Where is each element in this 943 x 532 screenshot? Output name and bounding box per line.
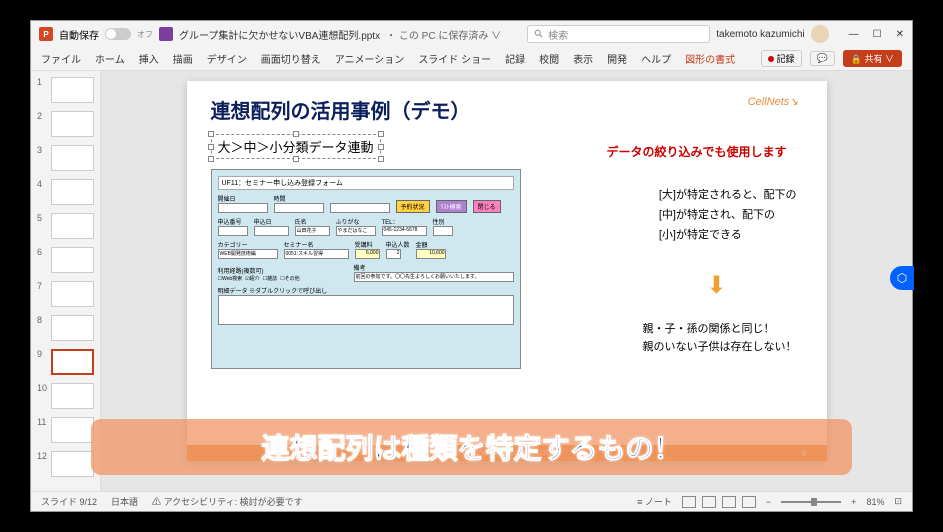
tab-shape-format[interactable]: 図形の書式 <box>685 51 735 66</box>
share-button[interactable]: 🔒 共有 ∨ <box>843 50 902 67</box>
tab-insert[interactable]: 挿入 <box>139 51 159 66</box>
reading-view-icon[interactable] <box>722 496 736 508</box>
thumbnail-2[interactable]: 2 <box>37 111 94 137</box>
form-button: 予約状況 <box>396 200 430 213</box>
record-dot-icon <box>768 56 774 62</box>
save-icon[interactable] <box>159 27 173 41</box>
thumbnail-9[interactable]: 9 <box>37 349 94 375</box>
arrow-down-icon: ⬇ <box>706 271 726 300</box>
file-name[interactable]: グループ集計に欠かせないVBA連想配列.pptx <box>179 27 380 42</box>
tab-help[interactable]: ヘルプ <box>641 51 671 66</box>
minimize-button[interactable]: — <box>849 29 859 40</box>
resize-handle[interactable] <box>208 156 214 162</box>
resize-handle[interactable] <box>378 131 384 137</box>
form-screenshot: UF11：セミナー申し込み登録フォーム 開催日 時間 予約状況 ﾘｽﾄ検索 閉じ… <box>211 169 521 369</box>
thumbnail-7[interactable]: 7 <box>37 281 94 307</box>
thumbnail-10[interactable]: 10 <box>37 383 94 409</box>
record-button[interactable]: 記録 <box>761 50 802 67</box>
tab-record[interactable]: 記録 <box>505 51 525 66</box>
tab-slideshow[interactable]: スライド ショー <box>418 51 491 66</box>
form-button: 閉じる <box>473 200 501 213</box>
saved-status[interactable]: ・ この PC に保存済み ∨ <box>386 27 501 42</box>
search-input[interactable]: 検索 <box>527 25 710 43</box>
close-button[interactable]: ✕ <box>896 29 904 40</box>
thumbnail-1[interactable]: 1 <box>37 77 94 103</box>
tab-review[interactable]: 校閲 <box>539 51 559 66</box>
resize-handle[interactable] <box>293 156 299 162</box>
tab-developer[interactable]: 開発 <box>607 51 627 66</box>
slideshow-view-icon[interactable] <box>742 496 756 508</box>
search-icon <box>534 29 544 39</box>
tab-home[interactable]: ホーム <box>95 51 125 66</box>
resize-handle[interactable] <box>378 144 384 150</box>
status-bar: スライド 9/12 日本語 ⚠ アクセシビリティ: 検討が必要です ≡ ノート … <box>31 491 912 511</box>
notes-button[interactable]: ≡ ノート <box>637 495 672 508</box>
autosave-label: 自動保存 <box>59 27 99 42</box>
subtitle-text: 連想配列は種類を特定するもの！ <box>261 427 681 467</box>
autosave-toggle[interactable] <box>105 28 131 40</box>
subtitle-textbox-selected[interactable]: 大＞中＞小分類データ連動 <box>211 134 381 159</box>
thumbnail-4[interactable]: 4 <box>37 179 94 205</box>
comments-button[interactable]: 💬 <box>810 51 835 66</box>
form-title: UF11：セミナー申し込み登録フォーム <box>218 176 514 190</box>
tab-design[interactable]: デザイン <box>207 51 247 66</box>
thumbnail-5[interactable]: 5 <box>37 213 94 239</box>
resize-handle[interactable] <box>378 156 384 162</box>
form-button: ﾘｽﾄ検索 <box>436 200 467 213</box>
slide-canvas[interactable]: 連想配列の活用事例（デモ） CellNets 大＞中＞小分類データ連動 データの… <box>187 81 827 461</box>
thumbnail-11[interactable]: 11 <box>37 417 94 443</box>
resize-handle[interactable] <box>293 131 299 137</box>
cellnets-logo: CellNets <box>748 95 799 108</box>
form-dropdown <box>330 203 390 213</box>
slide-title[interactable]: 連想配列の活用事例（デモ） <box>211 95 803 124</box>
language-indicator[interactable]: 日本語 <box>111 495 138 508</box>
thumbnail-6[interactable]: 6 <box>37 247 94 273</box>
resize-handle[interactable] <box>208 144 214 150</box>
user-avatar[interactable] <box>811 25 829 43</box>
thumbnail-12[interactable]: 12 <box>37 451 94 477</box>
bottom-note-text[interactable]: 親・子・孫の関係と同じ！ 親のいない子供は存在しない！ <box>643 321 797 356</box>
tab-file[interactable]: ファイル <box>41 51 81 66</box>
tab-draw[interactable]: 描画 <box>173 51 193 66</box>
autosave-state: オフ <box>137 29 153 40</box>
thumbnail-3[interactable]: 3 <box>37 145 94 171</box>
accessibility-status[interactable]: ⚠ アクセシビリティ: 検討が必要です <box>152 495 303 508</box>
zoom-out[interactable]: − <box>766 497 771 507</box>
form-dropdown <box>218 203 268 213</box>
zoom-level[interactable]: 81% <box>866 497 884 507</box>
tab-view[interactable]: 表示 <box>573 51 593 66</box>
video-subtitle-overlay: 連想配列は種類を特定するもの！ <box>91 419 852 475</box>
resize-handle[interactable] <box>208 131 214 137</box>
sorter-view-icon[interactable] <box>702 496 716 508</box>
thumbnail-8[interactable]: 8 <box>37 315 94 341</box>
explanation-text[interactable]: [大]が特定されると、配下の [中]が特定され、配下の [小]が特定できる <box>659 186 797 245</box>
slide-position[interactable]: スライド 9/12 <box>41 495 97 508</box>
ribbon-tabs: ファイル ホーム 挿入 描画 デザイン 画面切り替え アニメーション スライド … <box>31 47 912 71</box>
tab-transitions[interactable]: 画面切り替え <box>261 51 321 66</box>
tab-animations[interactable]: アニメーション <box>335 51 405 66</box>
maximize-button[interactable]: ☐ <box>873 29 882 40</box>
powerpoint-icon: P <box>39 27 53 41</box>
zoom-slider[interactable] <box>781 501 841 503</box>
red-note-text[interactable]: データの絞り込みでも使用します <box>606 143 786 160</box>
zoom-in[interactable]: + <box>851 497 856 507</box>
user-name[interactable]: takemoto kazumichi <box>716 29 804 40</box>
normal-view-icon[interactable] <box>682 496 696 508</box>
form-dropdown <box>274 203 324 213</box>
fit-to-window[interactable]: ⊡ <box>894 496 902 507</box>
dropbox-badge-icon[interactable]: ⬡ <box>890 266 914 290</box>
